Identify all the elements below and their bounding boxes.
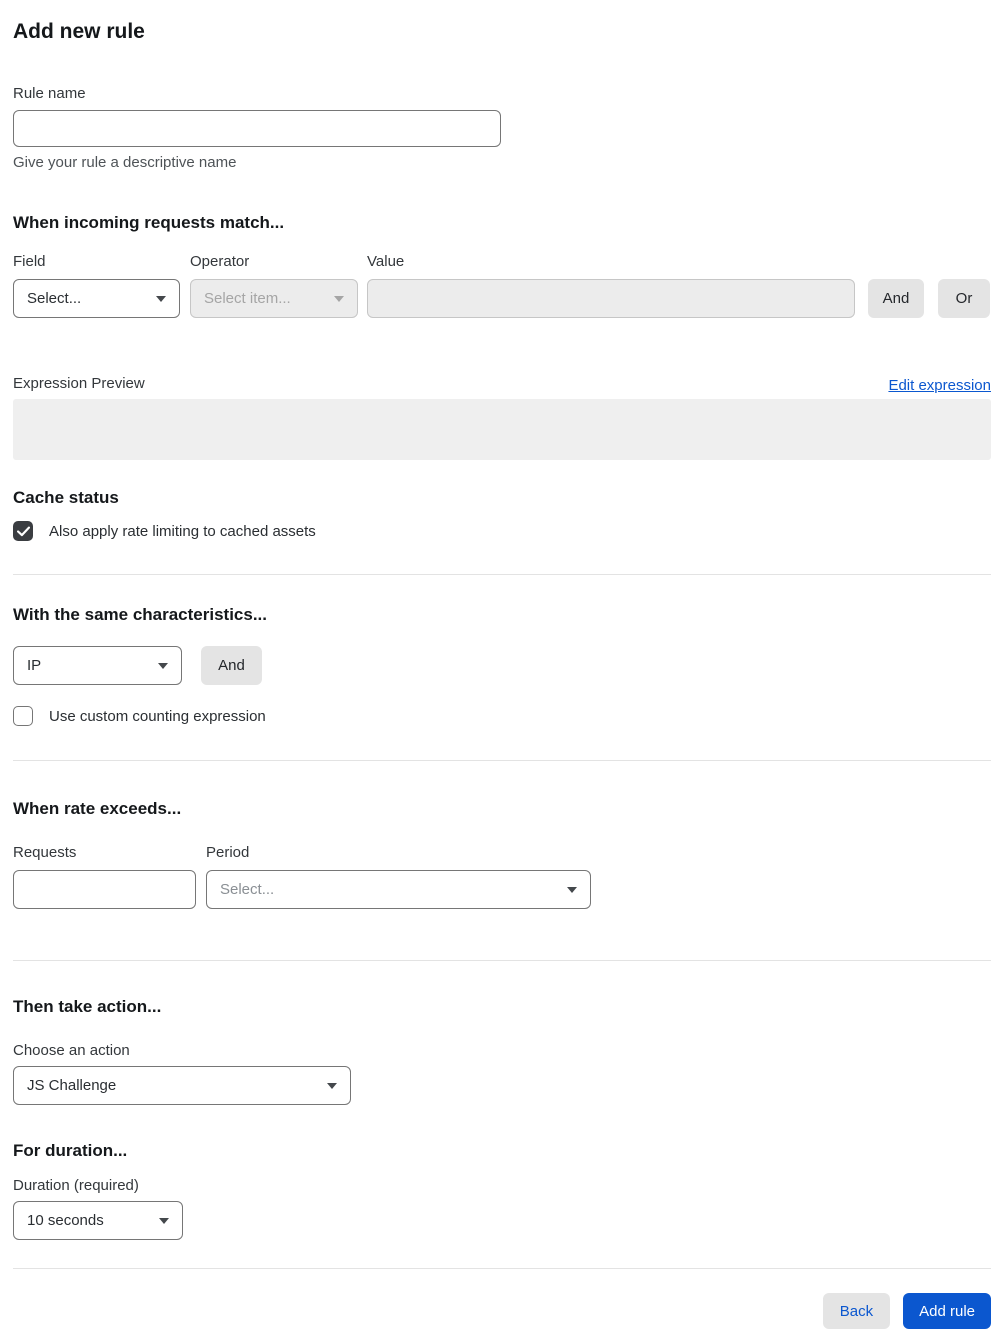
edit-expression-link[interactable]: Edit expression [888, 377, 991, 394]
divider [13, 960, 991, 961]
checkmark-icon [16, 526, 30, 536]
or-button[interactable]: Or [938, 279, 990, 318]
value-input[interactable] [367, 279, 855, 318]
field-select[interactable]: Select... [13, 279, 180, 318]
period-label: Period [206, 844, 250, 861]
divider [13, 1268, 991, 1269]
field-label: Field [13, 253, 46, 270]
cache-status-heading: Cache status [13, 488, 119, 507]
choose-action-label: Choose an action [13, 1042, 130, 1059]
value-label: Value [367, 253, 405, 270]
expression-preview-box [13, 399, 991, 460]
action-select-value: JS Challenge [27, 1077, 117, 1094]
rule-name-input[interactable] [13, 110, 501, 147]
add-rule-form: Add new rule Rule name Give your rule a … [0, 20, 1002, 1343]
action-select[interactable]: JS Challenge [13, 1066, 351, 1105]
field-select-value: Select... [27, 290, 82, 307]
dropdown-arrow-icon [158, 662, 168, 669]
operator-label: Operator [190, 253, 250, 270]
period-select-value: Select... [220, 881, 275, 898]
dropdown-arrow-icon [156, 295, 166, 302]
dropdown-arrow-icon [334, 295, 344, 302]
custom-counting-checkbox[interactable] [13, 706, 33, 726]
operator-select[interactable]: Select item... [190, 279, 358, 318]
duration-label: Duration (required) [13, 1177, 139, 1194]
period-select[interactable]: Select... [206, 870, 591, 909]
duration-heading: For duration... [13, 1141, 128, 1160]
requests-input[interactable] [13, 870, 196, 909]
rate-heading: When rate exceeds... [13, 799, 182, 818]
characteristic-select[interactable]: IP [13, 646, 182, 685]
action-heading: Then take action... [13, 997, 162, 1016]
characteristic-and-button[interactable]: And [201, 646, 262, 685]
back-button[interactable]: Back [822, 1293, 891, 1329]
and-button[interactable]: And [868, 279, 924, 318]
requests-label: Requests [13, 844, 77, 861]
characteristic-select-value: IP [27, 657, 42, 674]
custom-counting-label: Use custom counting expression [49, 707, 266, 725]
operator-select-value: Select item... [204, 290, 291, 307]
rule-name-label: Rule name [13, 85, 86, 102]
page-title: Add new rule [13, 20, 145, 43]
divider [13, 760, 991, 761]
cached-assets-label: Also apply rate limiting to cached asset… [49, 522, 316, 540]
characteristics-heading: With the same characteristics... [13, 605, 268, 624]
expression-preview-label: Expression Preview [13, 375, 145, 392]
add-rule-button[interactable]: Add rule [903, 1293, 991, 1329]
dropdown-arrow-icon [159, 1217, 169, 1224]
duration-select-value: 10 seconds [27, 1212, 104, 1229]
divider [13, 574, 991, 575]
rule-name-helper: Give your rule a descriptive name [13, 154, 237, 171]
duration-select[interactable]: 10 seconds [13, 1201, 183, 1240]
match-heading: When incoming requests match... [13, 213, 285, 232]
dropdown-arrow-icon [327, 1082, 337, 1089]
dropdown-arrow-icon [567, 886, 577, 893]
cached-assets-checkbox[interactable] [13, 521, 33, 541]
